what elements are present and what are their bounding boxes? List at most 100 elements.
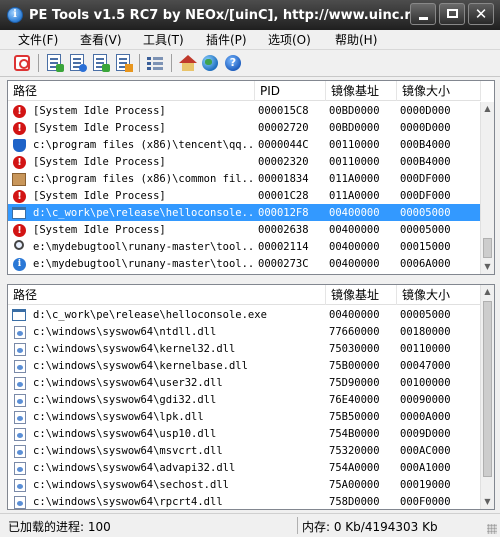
column-header-path[interactable]: 路径: [8, 285, 326, 305]
module-row[interactable]: c:\windows\syswow64\kernelbase.dll 75B000…: [8, 357, 480, 374]
module-path: c:\windows\syswow64\user32.dll: [33, 376, 223, 389]
module-list-scrollbar[interactable]: ▲ ▼: [480, 285, 494, 509]
panel-splitter[interactable]: [0, 276, 500, 283]
module-image-size: 00110000: [400, 342, 451, 355]
process-pid: 000012F8: [258, 206, 309, 219]
process-list[interactable]: 路径 PID 镜像基址 镜像大小 ! [System Idle Process] 0…: [7, 80, 495, 275]
process-path: c:\program files (x86)\tencent\qq...: [33, 138, 255, 151]
dump-partial-button[interactable]: [67, 53, 87, 73]
module-image-base: 758D0000: [329, 495, 380, 508]
process-image-size: 0000D000: [400, 104, 451, 117]
web-button[interactable]: [200, 53, 220, 73]
column-header-path[interactable]: 路径: [8, 81, 255, 101]
window-title: PE Tools v1.5 RC7 by NEOx/[uinC], http:/…: [29, 7, 425, 23]
column-header-image-size[interactable]: 镜像大小: [397, 285, 481, 305]
column-header-image-base[interactable]: 镜像基址: [326, 285, 397, 305]
column-header-image-size[interactable]: 镜像大小: [397, 81, 481, 101]
window-controls: ✕: [410, 3, 494, 25]
process-row[interactable]: ! [System Idle Process] 00002638 00400000 00…: [8, 221, 480, 238]
scrollbar-thumb[interactable]: [483, 238, 492, 258]
module-path: c:\windows\syswow64\gdi32.dll: [33, 393, 217, 406]
menu-plugins[interactable]: 插件(P): [206, 31, 247, 48]
scroll-up-icon[interactable]: ▲: [481, 285, 494, 299]
module-row[interactable]: c:\windows\syswow64\msvcrt.dll 75320000 00…: [8, 442, 480, 459]
resize-grip-icon[interactable]: [487, 524, 497, 534]
process-row[interactable]: ! [System Idle Process] 00002320 00110000 00…: [8, 153, 480, 170]
dll-icon: [12, 495, 28, 509]
module-row[interactable]: c:\windows\syswow64\ntdll.dll 77660000 001…: [8, 323, 480, 340]
module-row[interactable]: d:\c_work\pe\release\helloconsole.exe 004…: [8, 306, 480, 323]
module-image-size: 000F0000: [400, 495, 451, 508]
process-pid: 00001C28: [258, 189, 309, 202]
module-row[interactable]: c:\windows\syswow64\lpk.dll 75B50000 0000A…: [8, 408, 480, 425]
error-icon: !: [12, 189, 28, 203]
close-button[interactable]: ✕: [468, 3, 494, 25]
task-list-button[interactable]: [145, 53, 165, 73]
menu-view[interactable]: 查看(V): [80, 31, 122, 48]
window-icon: [12, 206, 28, 220]
module-path: d:\c_work\pe\release\helloconsole.exe: [33, 308, 267, 321]
menu-help[interactable]: 帮助(H): [335, 31, 377, 48]
process-row[interactable]: ! [System Idle Process] 00001C28 011A0000 00…: [8, 187, 480, 204]
process-row[interactable]: ! [System Idle Process] 00002720 00BD0000 00…: [8, 119, 480, 136]
module-row[interactable]: c:\windows\syswow64\sechost.dll 75A00000 0…: [8, 476, 480, 493]
process-image-size: 000DF000: [400, 172, 451, 185]
process-image-base: 00400000: [329, 223, 380, 236]
process-path: c:\program files (x86)\common fil...: [33, 172, 255, 185]
column-header-pid[interactable]: PID: [255, 81, 326, 101]
maximize-button[interactable]: [439, 3, 465, 25]
scroll-down-icon[interactable]: ▼: [481, 495, 494, 509]
process-path: e:\mydebugtool\runany-master\tool...: [33, 257, 255, 270]
scrollbar-thumb[interactable]: [483, 301, 492, 477]
app-info-icon[interactable]: i: [7, 7, 23, 23]
process-image-base: 011A0000: [329, 189, 380, 202]
module-row[interactable]: c:\windows\syswow64\gdi32.dll 76E40000 000…: [8, 391, 480, 408]
module-row[interactable]: c:\windows\syswow64\user32.dll 75D90000 00…: [8, 374, 480, 391]
menu-options[interactable]: 选项(O): [268, 31, 311, 48]
process-rows: ! [System Idle Process] 000015C8 00BD0000 00…: [8, 102, 480, 272]
scroll-down-icon[interactable]: ▼: [481, 260, 494, 274]
status-processes-loaded: 已加载的进程: 100: [8, 520, 111, 534]
maximize-icon: [447, 9, 458, 18]
process-path: e:\mydebugtool\runany-master\tool...: [33, 240, 255, 253]
process-row[interactable]: c:\program files (x86)\tencent\qq... 0000…: [8, 136, 480, 153]
process-row[interactable]: e:\mydebugtool\runany-master\tool... 0000…: [8, 238, 480, 255]
module-row[interactable]: c:\windows\syswow64\kernel32.dll 75030000…: [8, 340, 480, 357]
module-image-base: 76E40000: [329, 393, 380, 406]
home-button[interactable]: [177, 53, 197, 73]
process-row[interactable]: i e:\mydebugtool\runany-master\tool... 000…: [8, 255, 480, 272]
module-image-base: 75B00000: [329, 359, 380, 372]
close-icon: ✕: [474, 5, 488, 23]
process-path: [System Idle Process]: [33, 189, 166, 202]
menu-file[interactable]: 文件(F): [18, 31, 58, 48]
power-button[interactable]: [12, 53, 32, 73]
title-bar[interactable]: i PE Tools v1.5 RC7 by NEOx/[uinC], http…: [0, 0, 500, 30]
module-image-size: 00090000: [400, 393, 451, 406]
minimize-button[interactable]: [410, 3, 436, 25]
module-row[interactable]: c:\windows\syswow64\advapi32.dll 754A0000…: [8, 459, 480, 476]
module-image-size: 00019000: [400, 478, 451, 491]
module-image-base: 75D90000: [329, 376, 380, 389]
dump-region-icon: [93, 54, 110, 72]
pe-editor-button[interactable]: [113, 53, 133, 73]
menu-tools[interactable]: 工具(T): [143, 31, 184, 48]
process-row[interactable]: c:\program files (x86)\common fil... 0000…: [8, 170, 480, 187]
module-row[interactable]: c:\windows\syswow64\rpcrt4.dll 758D0000 00…: [8, 493, 480, 509]
module-image-base: 75320000: [329, 444, 380, 457]
process-image-base: 011A0000: [329, 172, 380, 185]
process-row[interactable]: d:\c_work\pe\release\helloconsole.... 000…: [8, 204, 480, 221]
help-button[interactable]: ?: [223, 53, 243, 73]
process-row[interactable]: ! [System Idle Process] 000015C8 00BD0000 00…: [8, 102, 480, 119]
dump-region-button[interactable]: [90, 53, 110, 73]
module-row[interactable]: c:\windows\syswow64\usp10.dll 754B0000 000…: [8, 425, 480, 442]
dll-icon: [12, 478, 28, 492]
scroll-up-icon[interactable]: ▲: [481, 102, 494, 116]
module-path: c:\windows\syswow64\rpcrt4.dll: [33, 495, 223, 508]
process-pid: 0000273C: [258, 257, 309, 270]
dll-icon: [12, 359, 28, 373]
column-header-image-base[interactable]: 镜像基址: [326, 81, 397, 101]
module-list[interactable]: 路径 镜像基址 镜像大小 d:\c_work\pe\release\helloc…: [7, 284, 495, 510]
module-path: c:\windows\syswow64\kernel32.dll: [33, 342, 236, 355]
process-list-scrollbar[interactable]: ▲ ▼: [480, 102, 494, 274]
dump-full-button[interactable]: [44, 53, 64, 73]
